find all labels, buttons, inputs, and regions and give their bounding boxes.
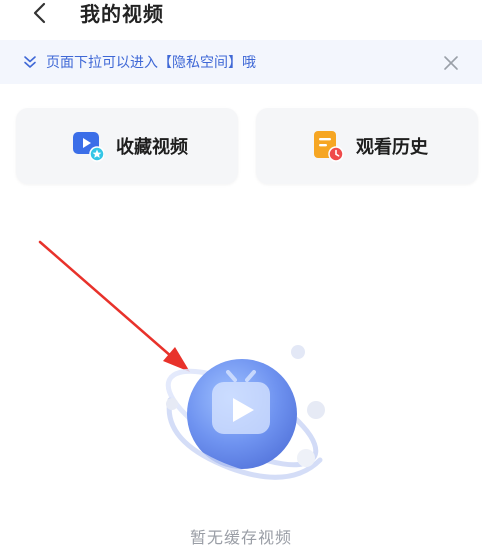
my-videos-page: 我的视频 页面下拉可以进入【隐私空间】哦 收藏视频 观看历史 暂无缓存视频 xyxy=(0,0,482,557)
privacy-hint-text[interactable]: 页面下拉可以进入【隐私空间】哦 xyxy=(46,52,256,72)
watch-history-button[interactable]: 观看历史 xyxy=(256,108,478,184)
empty-state-text: 暂无缓存视频 xyxy=(189,528,292,547)
top-bar: 我的视频 xyxy=(0,0,482,34)
back-button[interactable] xyxy=(24,0,60,30)
history-note-icon xyxy=(312,130,344,162)
close-icon[interactable] xyxy=(440,52,462,74)
favorites-video-label: 收藏视频 xyxy=(116,137,188,158)
double-chevron-down-icon xyxy=(22,54,38,70)
favorites-video-button[interactable]: 收藏视频 xyxy=(16,108,238,184)
video-star-icon xyxy=(72,130,105,162)
tv-play-planet-icon xyxy=(150,330,340,500)
privacy-hint-banner: 页面下拉可以进入【隐私空间】哦 xyxy=(0,40,482,84)
watch-history-label: 观看历史 xyxy=(356,137,428,158)
page-title: 我的视频 xyxy=(80,2,164,26)
